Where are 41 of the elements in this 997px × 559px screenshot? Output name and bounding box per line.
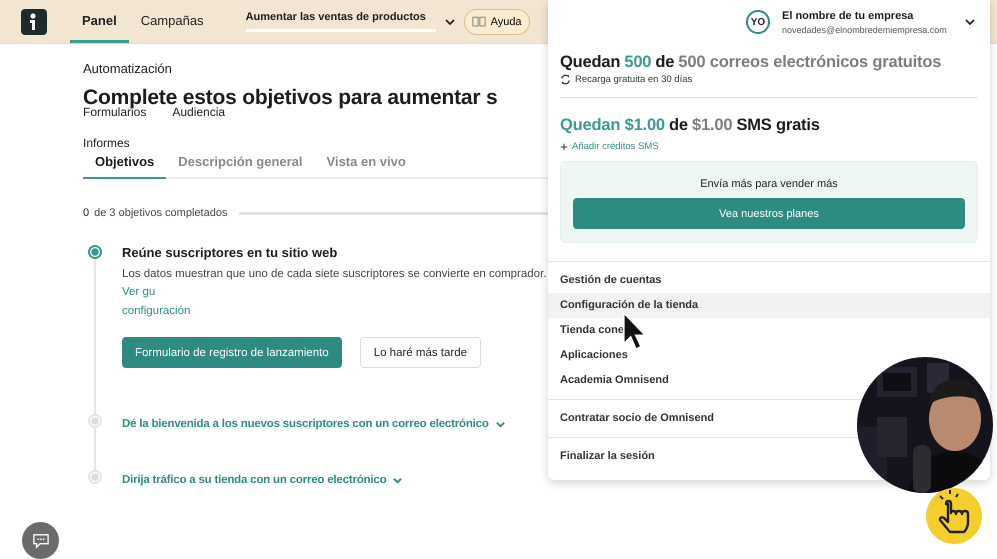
- tab[interactable]: Objetivos: [83, 148, 166, 179]
- progress-label: de 3 objetivos completados: [94, 207, 228, 219]
- step-title: Reúne suscriptores en tu sitio web: [122, 245, 338, 260]
- nav-tab[interactable]: Campañas: [128, 0, 216, 43]
- chat-button[interactable]: [22, 522, 59, 559]
- chat-icon: [32, 532, 50, 548]
- add-sms-link[interactable]: Añadir créditos SMS: [560, 141, 978, 152]
- step-indicator: [88, 245, 102, 259]
- breadcrumb: Automatización: [83, 61, 173, 76]
- guide-link[interactable]: configuración: [122, 305, 190, 317]
- goal-select[interactable]: Aumentar las ventas de productos: [246, 0, 456, 43]
- tab[interactable]: Vista en vivo: [314, 148, 418, 179]
- menu-item[interactable]: Academia Omnisend: [548, 368, 681, 393]
- company-name: El nombre de tu empresa: [782, 10, 914, 22]
- email-quota: Quedan 500 de 500 correos electrónicos gratuitos: [560, 53, 942, 72]
- refresh-icon: [560, 74, 571, 85]
- promo-text: Envía más para vender más: [700, 178, 838, 190]
- logo-icon[interactable]: [21, 8, 47, 34]
- guide-link[interactable]: Ver gu: [122, 286, 156, 298]
- later-button[interactable]: Lo haré más tarde: [360, 337, 482, 368]
- menu-item[interactable]: Contratar socio de Omnisend: [548, 406, 726, 431]
- tab[interactable]: Descripción general: [166, 148, 315, 179]
- plus-icon: [560, 142, 568, 150]
- account-email: novedades@elnombredemiempresa.com: [782, 24, 947, 34]
- nav-tab[interactable]: Panel: [70, 0, 129, 43]
- step-toggle[interactable]: Dé la bienvenida a los nuevos suscriptores con un correo electrónico: [122, 418, 506, 430]
- sms-quota: Quedan $1.00 de $1.00 SMS gratis: [560, 116, 821, 135]
- menu-item[interactable]: Aplicaciones: [548, 343, 640, 368]
- menu-item[interactable]: Finalizar la sesión: [548, 444, 667, 469]
- menu-item[interactable]: Gestión de cuentas: [548, 268, 674, 293]
- step-toggle[interactable]: Dirija tráfico a su tienda con un correo electrónico: [122, 474, 404, 486]
- help-button[interactable]: Ayuda: [464, 8, 530, 34]
- menu-item[interactable]: Configuración de la tienda: [548, 293, 990, 318]
- refill-note: Recarga gratuita en 30 días: [575, 74, 692, 85]
- nav-link[interactable]: Audiencia: [172, 105, 226, 119]
- plans-button[interactable]: Vea nuestros planes: [573, 198, 965, 229]
- nav-link[interactable]: Informes: [83, 136, 130, 150]
- book-icon: [472, 16, 486, 27]
- progress-count: 0: [83, 207, 90, 219]
- avatar: YO: [746, 10, 770, 34]
- launch-form-button[interactable]: Formulario de registro de lanzamiento: [122, 337, 342, 368]
